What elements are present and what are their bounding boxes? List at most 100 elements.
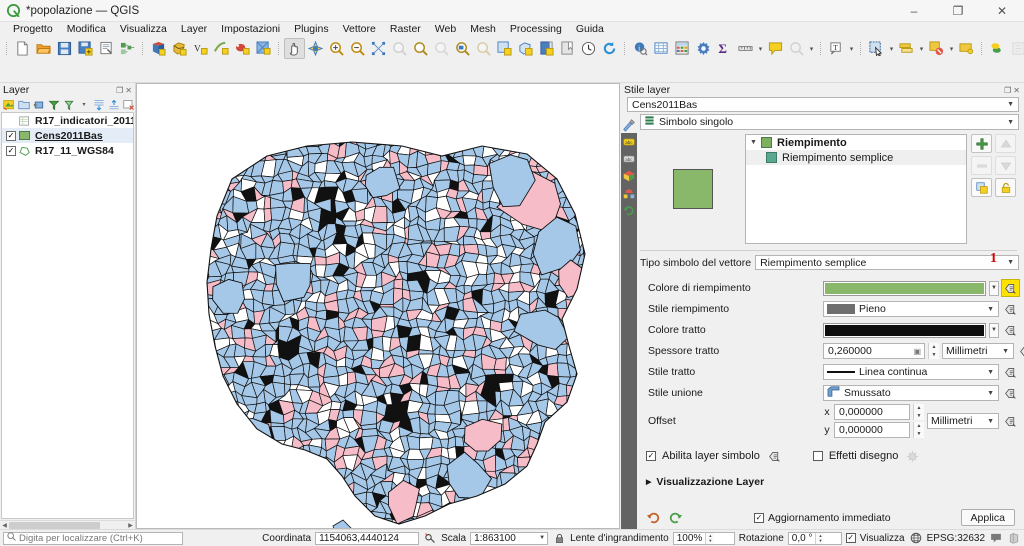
labels-tab-icon[interactable]: abc bbox=[623, 136, 635, 148]
chevron-down-icon[interactable]: ▼ bbox=[989, 280, 999, 296]
rotation-spinbox[interactable]: 0,0 ° ▲ ▼ bbox=[787, 531, 842, 545]
lock-colors-button[interactable] bbox=[995, 178, 1016, 197]
stroke-width-spinbox[interactable]: 0,260000 ▣ bbox=[823, 343, 925, 359]
chevron-down-icon[interactable]: ▾ bbox=[887, 38, 896, 59]
stepper-up-icon[interactable]: ▲ bbox=[929, 343, 939, 351]
stroke-style-data-defined-override-button[interactable] bbox=[1002, 364, 1019, 380]
expand-triangle-icon[interactable]: ▼ bbox=[750, 139, 761, 146]
open-layer-styling-icon[interactable] bbox=[2, 98, 16, 111]
temporal-controller-icon[interactable] bbox=[578, 38, 599, 59]
scrollbar-thumb[interactable] bbox=[9, 521, 101, 529]
messages-icon[interactable] bbox=[989, 531, 1003, 545]
undo-icon[interactable] bbox=[644, 510, 661, 526]
chevron-down-icon[interactable]: ▾ bbox=[847, 38, 856, 59]
expand-all-icon[interactable] bbox=[92, 98, 106, 111]
show-bookmarks-icon[interactable] bbox=[536, 38, 557, 59]
float-panel-icon[interactable]: ❐ bbox=[1004, 86, 1011, 95]
layer-selector-combo[interactable]: Cens2011Bas ▼ bbox=[627, 97, 1019, 112]
menu-impostazioni[interactable]: Impostazioni bbox=[214, 22, 287, 37]
collapse-all-icon[interactable] bbox=[107, 98, 121, 111]
style-manager-icon[interactable] bbox=[117, 38, 138, 59]
filter-legend-icon[interactable] bbox=[47, 98, 61, 111]
show-help-icon[interactable] bbox=[1008, 38, 1024, 59]
menu-processing[interactable]: Processing bbox=[503, 22, 569, 37]
layer-checkbox[interactable] bbox=[6, 116, 16, 126]
map-canvas[interactable] bbox=[137, 84, 619, 528]
refresh-icon[interactable] bbox=[599, 38, 620, 59]
duplicate-symbol-layer-button[interactable] bbox=[971, 178, 992, 197]
menu-progetto[interactable]: Progetto bbox=[6, 22, 60, 37]
open-project-icon[interactable] bbox=[33, 38, 54, 59]
crs-label[interactable]: EPSG:32632 bbox=[927, 533, 985, 544]
magnifier-spinbox[interactable]: 100% ▲ ▼ bbox=[672, 531, 735, 545]
symbology-tab-icon[interactable] bbox=[621, 116, 637, 133]
fill-color-button[interactable] bbox=[823, 280, 986, 296]
stepper-down-icon[interactable]: ▼ bbox=[706, 538, 715, 544]
history-tab-icon[interactable] bbox=[623, 204, 635, 216]
draw-effects-checkbox[interactable]: ✓ bbox=[812, 451, 823, 461]
select-by-value-icon[interactable] bbox=[956, 38, 977, 59]
menu-plugins[interactable]: Plugins bbox=[287, 22, 335, 37]
new-print-layout-icon[interactable] bbox=[96, 38, 117, 59]
redo-icon[interactable] bbox=[667, 510, 684, 526]
symbol-tree-row-child[interactable]: Riempimento semplice bbox=[746, 150, 966, 165]
zoom-last-icon[interactable] bbox=[452, 38, 473, 59]
add-group-icon[interactable] bbox=[17, 98, 31, 111]
fill-color-data-defined-override-button[interactable] bbox=[1001, 279, 1020, 297]
apply-button[interactable]: Applica bbox=[960, 509, 1015, 526]
new-spatialite-layer-icon[interactable] bbox=[232, 38, 253, 59]
processing-toolbox-icon[interactable] bbox=[693, 38, 714, 59]
symbol-tree-row-root[interactable]: ▼ Riempimento bbox=[746, 135, 966, 150]
new-geopackage-layer-icon[interactable] bbox=[211, 38, 232, 59]
save-project-icon[interactable] bbox=[54, 38, 75, 59]
symbol-type-combo[interactable]: Riempimento semplice ▼ bbox=[755, 255, 1019, 270]
stroke-width-stepper[interactable]: ▲ ▼ bbox=[928, 343, 939, 359]
toolbar-grip[interactable] bbox=[140, 40, 146, 57]
identify-features-icon[interactable]: i bbox=[630, 38, 651, 59]
toolbar-grip[interactable] bbox=[858, 40, 864, 57]
globe-icon[interactable] bbox=[909, 531, 923, 545]
new-bookmark-icon[interactable] bbox=[557, 38, 578, 59]
chevron-down-icon[interactable]: ▾ bbox=[807, 38, 816, 59]
save-project-as-icon[interactable] bbox=[75, 38, 96, 59]
layer-row-indicatori[interactable]: R17_indicatori_2011_sezi bbox=[2, 113, 133, 128]
remove-layer-icon[interactable] bbox=[122, 98, 136, 111]
toolbar-grip[interactable] bbox=[818, 40, 824, 57]
menu-guida[interactable]: Guida bbox=[569, 22, 611, 37]
zoom-to-native-resolution-icon[interactable] bbox=[431, 38, 452, 59]
rotation-stepper[interactable]: ▲ ▼ bbox=[815, 532, 825, 544]
chevron-down-icon[interactable]: ▾ bbox=[947, 38, 956, 59]
join-style-data-defined-override-button[interactable] bbox=[1002, 385, 1019, 401]
zoom-full-icon[interactable] bbox=[368, 38, 389, 59]
layer-row-cens2011bas[interactable]: ✓ Cens2011Bas bbox=[2, 128, 133, 143]
float-panel-icon[interactable]: ❐ bbox=[116, 86, 123, 95]
move-up-button[interactable] bbox=[995, 134, 1016, 153]
log-icon[interactable] bbox=[1007, 531, 1021, 545]
new-shapefile-layer-icon[interactable]: V bbox=[190, 38, 211, 59]
fill-style-data-defined-override-button[interactable] bbox=[1002, 301, 1019, 317]
render-checkbox[interactable]: ✓ bbox=[845, 533, 856, 543]
menu-vettore[interactable]: Vettore bbox=[336, 22, 383, 37]
add-symbol-layer-button[interactable] bbox=[971, 134, 992, 153]
toolbar-grip[interactable] bbox=[276, 40, 282, 57]
menu-raster[interactable]: Raster bbox=[383, 22, 428, 37]
offset-x-spinbox[interactable]: 0,000000 bbox=[834, 404, 910, 420]
layer-checkbox[interactable]: ✓ bbox=[6, 130, 16, 141]
symbol-layer-tree[interactable]: ▼ Riempimento Riempimento semplice bbox=[745, 134, 967, 244]
field-calculator-icon[interactable] bbox=[672, 38, 693, 59]
layer-checkbox[interactable]: ✓ bbox=[6, 145, 16, 156]
layers-horizontal-scrollbar[interactable]: ◀ ▶ bbox=[0, 520, 135, 529]
remove-symbol-layer-button[interactable] bbox=[971, 156, 992, 175]
stepper-down-icon[interactable]: ▼ bbox=[929, 351, 939, 359]
close-button[interactable]: ✕ bbox=[980, 0, 1024, 21]
menu-layer[interactable]: Layer bbox=[174, 22, 214, 37]
offset-unit-combo[interactable]: Millimetri ▼ bbox=[927, 413, 999, 429]
zoom-out-icon[interactable] bbox=[347, 38, 368, 59]
pan-map-icon[interactable] bbox=[284, 38, 305, 59]
close-panel-icon[interactable]: ✕ bbox=[1013, 86, 1020, 95]
filter-legend-expression-icon[interactable] bbox=[62, 98, 76, 111]
new-map-view-icon[interactable] bbox=[494, 38, 515, 59]
add-vector-layer-icon[interactable] bbox=[169, 38, 190, 59]
stroke-width-unit-combo[interactable]: Millimetri ▼ bbox=[942, 343, 1014, 359]
scrollbar-track[interactable] bbox=[9, 521, 126, 529]
